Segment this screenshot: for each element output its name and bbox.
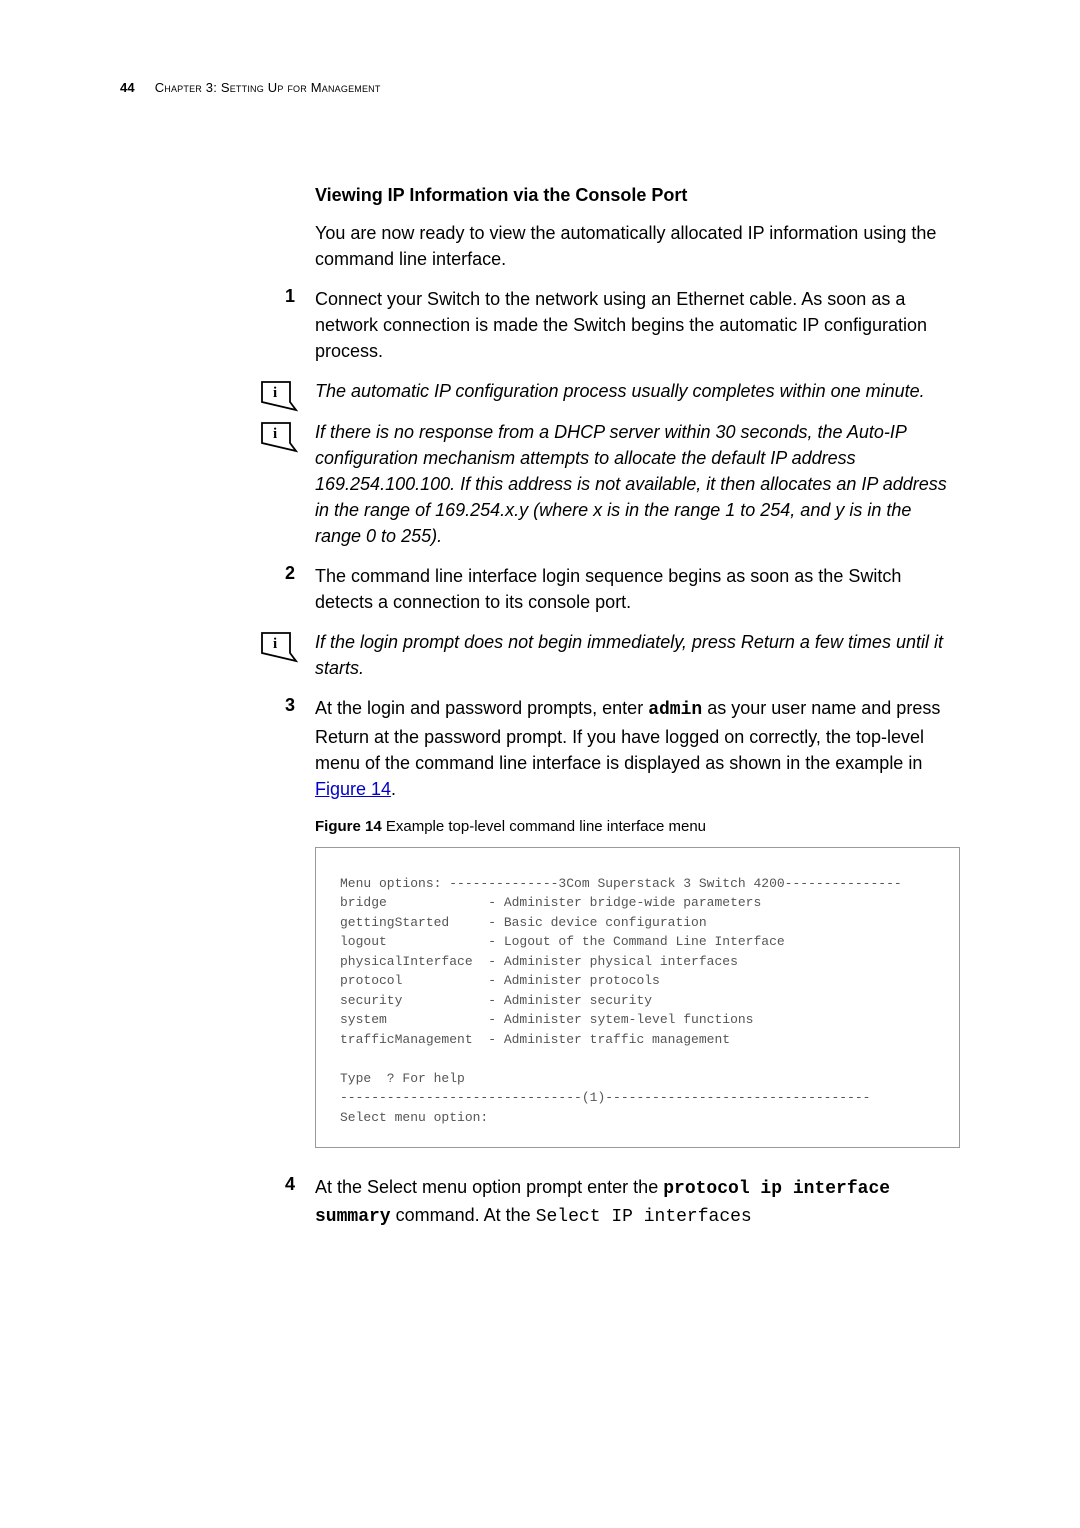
step-3-text: At the login and password prompts, enter… <box>315 695 960 801</box>
note-1-text: The automatic IP configuration process u… <box>315 378 960 404</box>
step-3: 3 At the login and password prompts, ent… <box>315 695 960 801</box>
step-number: 4 <box>285 1174 295 1195</box>
step-2: 2 The command line interface login seque… <box>315 563 960 615</box>
step-1: 1 Connect your Switch to the network usi… <box>315 286 960 364</box>
step-4: 4 At the Select menu option prompt enter… <box>315 1174 960 1230</box>
step-4-pre: At the Select menu option prompt enter t… <box>315 1177 663 1197</box>
note-2: i If there is no response from a DHCP se… <box>315 419 960 549</box>
figure-caption-text: Example top-level command line interface… <box>382 818 706 835</box>
chapter-label: Chapter 3: Setting Up for Management <box>155 80 381 95</box>
step-4-text: At the Select menu option prompt enter t… <box>315 1174 960 1230</box>
svg-text:i: i <box>273 385 277 401</box>
content-column: Viewing IP Information via the Console P… <box>315 185 960 1230</box>
figure-label: Figure 14 <box>315 818 382 835</box>
intro-paragraph: You are now ready to view the automatica… <box>315 220 960 272</box>
step-number: 2 <box>285 563 295 584</box>
info-icon: i <box>260 631 298 663</box>
step-number: 3 <box>285 695 295 716</box>
cli-menu-figure: Menu options: --------------3Com Superst… <box>315 847 960 1149</box>
note-3-text: If the login prompt does not begin immed… <box>315 629 960 681</box>
info-icon: i <box>260 421 298 453</box>
step-3-pre: At the login and password prompts, enter <box>315 698 648 718</box>
step-1-text: Connect your Switch to the network using… <box>315 286 960 364</box>
svg-text:i: i <box>273 426 277 442</box>
page-number: 44 <box>120 80 135 95</box>
info-icon: i <box>260 380 298 412</box>
step-3-end: . <box>391 779 396 799</box>
note-2-text: If there is no response from a DHCP serv… <box>315 419 960 549</box>
section-heading: Viewing IP Information via the Console P… <box>315 185 960 206</box>
running-head: 44 Chapter 3: Setting Up for Management <box>120 80 960 95</box>
step-2-text: The command line interface login sequenc… <box>315 563 960 615</box>
step-4-mid: command. At the <box>391 1205 536 1225</box>
page: 44 Chapter 3: Setting Up for Management … <box>0 0 1080 1304</box>
svg-text:i: i <box>273 636 277 652</box>
note-3: i If the login prompt does not begin imm… <box>315 629 960 681</box>
admin-literal: admin <box>648 700 702 720</box>
figure-14-link[interactable]: Figure 14 <box>315 779 391 799</box>
note-1: i The automatic IP configuration process… <box>315 378 960 404</box>
figure-caption: Figure 14 Example top-level command line… <box>315 818 960 835</box>
step-number: 1 <box>285 286 295 307</box>
select-ip-literal: Select IP interfaces <box>536 1207 752 1227</box>
